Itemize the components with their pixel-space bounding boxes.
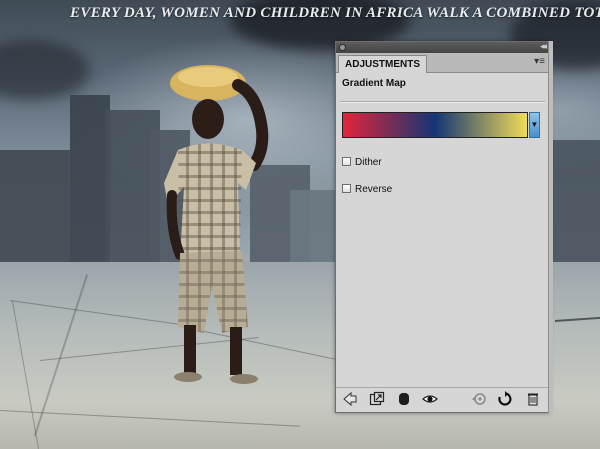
visibility-eye-icon[interactable]: [422, 391, 438, 407]
collapse-panel-icon[interactable]: ◂◂: [540, 41, 547, 52]
panel-tab-row: ADJUSTMENTS ▾≡: [336, 53, 549, 73]
reset-icon[interactable]: [497, 391, 513, 407]
reverse-option[interactable]: Reverse: [342, 184, 392, 195]
panel-footer-toolbar: [336, 390, 549, 410]
footer-divider: [336, 387, 549, 388]
back-arrow-icon[interactable]: [342, 391, 358, 407]
city-building: [550, 140, 600, 265]
close-panel-button[interactable]: [339, 44, 346, 51]
adjustments-panel: ◂◂ ADJUSTMENTS ▾≡ Gradient Map ▼ Dither …: [335, 41, 550, 413]
city-building: [70, 95, 110, 265]
divider: [340, 101, 545, 103]
tab-adjustments[interactable]: ADJUSTMENTS: [338, 55, 428, 73]
banner-text: EVERY DAY, WOMEN AND CHILDREN IN AFRICA …: [70, 5, 600, 21]
gradient-preview-bar[interactable]: [342, 112, 528, 138]
reverse-checkbox[interactable]: [342, 184, 351, 193]
dither-label: Dither: [355, 157, 382, 168]
panel-menu-icon[interactable]: ▾≡: [534, 56, 545, 68]
child-figure: [164, 65, 269, 384]
reverse-label: Reverse: [355, 184, 393, 195]
chevron-down-icon: ▼: [530, 120, 539, 129]
expand-view-icon[interactable]: [369, 391, 385, 407]
panel-title-bar[interactable]: ◂◂: [336, 41, 549, 53]
previous-state-icon[interactable]: [471, 391, 487, 407]
gradient-dropdown-button[interactable]: ▼: [529, 112, 540, 138]
delete-icon[interactable]: [525, 391, 541, 407]
city-building: [0, 150, 75, 265]
adjustment-title: Gradient Map: [342, 78, 406, 89]
panel-scrollbar[interactable]: [548, 41, 553, 413]
dither-checkbox[interactable]: [342, 157, 351, 166]
dither-option[interactable]: Dither: [342, 157, 382, 168]
clip-layer-icon[interactable]: [396, 391, 412, 407]
